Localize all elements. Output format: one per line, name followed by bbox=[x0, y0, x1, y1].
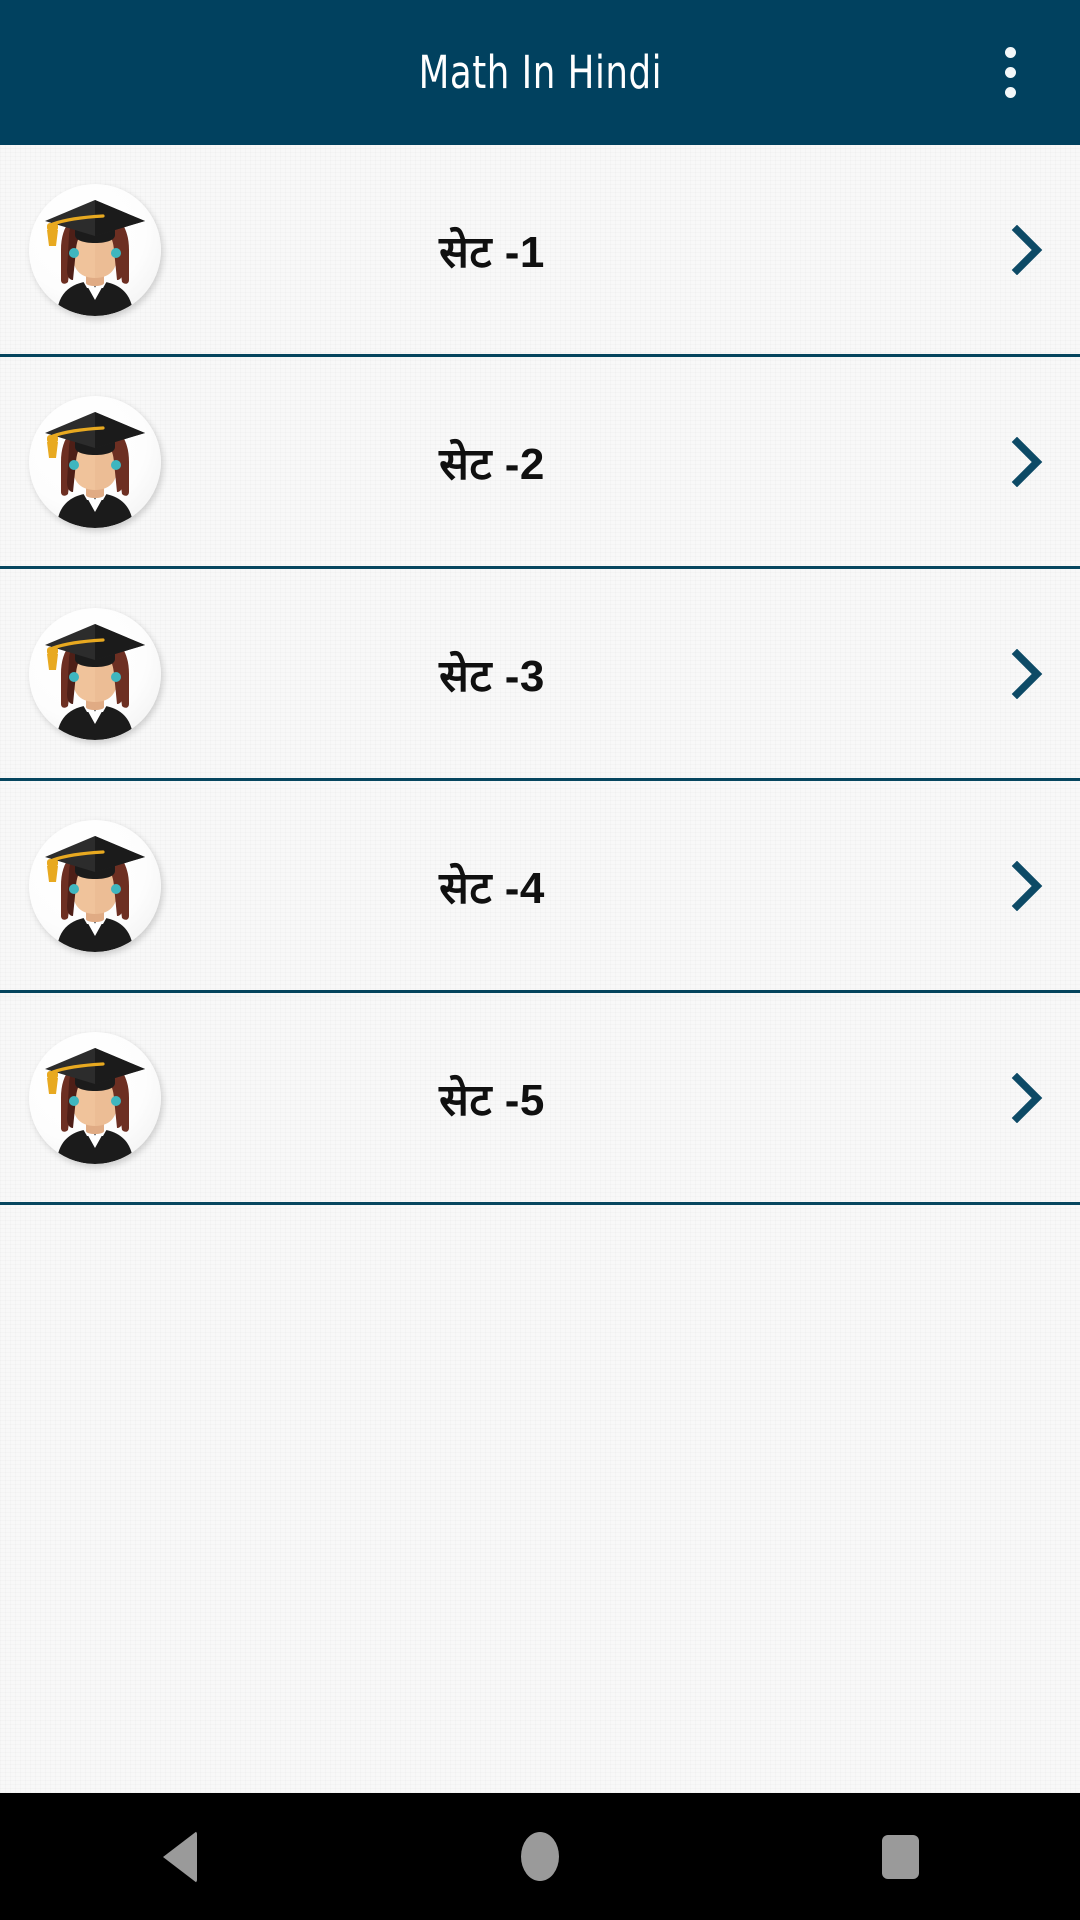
android-navigation-bar bbox=[0, 1793, 1080, 1920]
list-item-label: सेट -5 bbox=[439, 1075, 545, 1125]
overflow-dot-icon bbox=[1004, 87, 1016, 98]
list-item[interactable]: सेट -5 bbox=[0, 993, 1080, 1205]
app-screen: Math In Hindi सेट -1 सेट -2 सेट -3 सेट -… bbox=[0, 0, 1080, 1920]
list-item-label: सेट -3 bbox=[439, 651, 545, 701]
list-item-label: सेट -1 bbox=[439, 227, 545, 277]
chevron-right-icon[interactable] bbox=[1000, 858, 1056, 914]
list-item[interactable]: सेट -4 bbox=[0, 781, 1080, 993]
list-item-label: सेट -4 bbox=[439, 863, 545, 913]
list-item[interactable]: सेट -2 bbox=[0, 357, 1080, 569]
chevron-right-icon[interactable] bbox=[1000, 1070, 1056, 1126]
home-circle-icon bbox=[521, 1832, 559, 1881]
nav-home-button[interactable] bbox=[455, 1793, 625, 1920]
set-list: सेट -1 सेट -2 सेट -3 सेट -4 सेट -5 bbox=[0, 145, 1080, 1793]
list-item-label: सेट -2 bbox=[439, 439, 545, 489]
app-bar: Math In Hindi bbox=[0, 0, 1080, 145]
overflow-dot-icon bbox=[1004, 67, 1016, 78]
chevron-right-icon[interactable] bbox=[1000, 434, 1056, 490]
nav-back-button[interactable] bbox=[95, 1793, 265, 1920]
page-title: Math In Hindi bbox=[418, 46, 662, 99]
list-item[interactable]: सेट -3 bbox=[0, 569, 1080, 781]
nav-recents-button[interactable] bbox=[815, 1793, 985, 1920]
back-triangle-icon bbox=[163, 1830, 197, 1883]
overflow-dot-icon bbox=[1004, 47, 1016, 58]
list-item[interactable]: सेट -1 bbox=[0, 145, 1080, 357]
overflow-menu-button[interactable] bbox=[970, 0, 1050, 145]
chevron-right-icon[interactable] bbox=[1000, 646, 1056, 702]
chevron-right-icon[interactable] bbox=[1000, 222, 1056, 278]
recents-square-icon bbox=[881, 1834, 919, 1879]
